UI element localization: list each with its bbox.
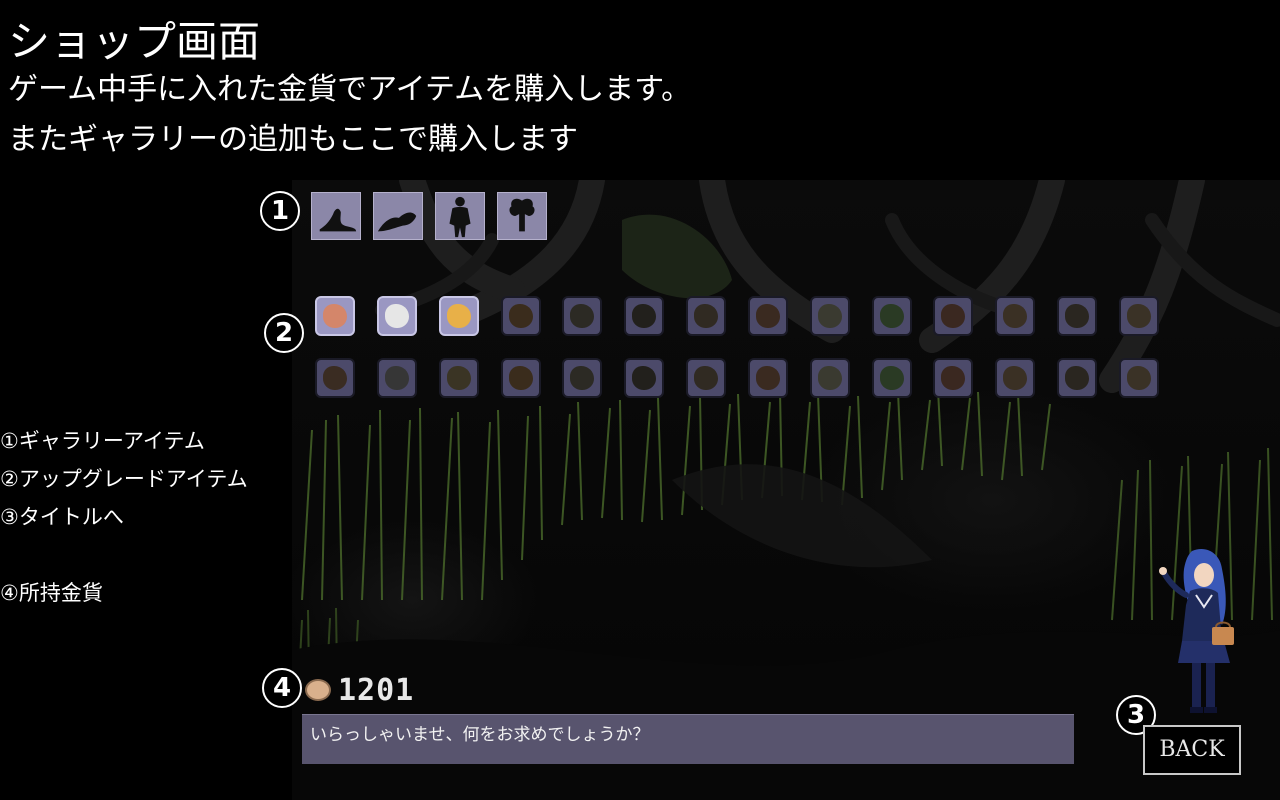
stone-icon <box>570 304 594 328</box>
upgrade-item[interactable] <box>1119 296 1159 336</box>
upgrade-item[interactable] <box>686 296 726 336</box>
sack-lv-icon <box>1003 366 1027 390</box>
meat-icon <box>323 304 347 328</box>
pot-lv-icon <box>941 366 965 390</box>
silhouette-standing-figure-icon <box>449 196 471 238</box>
wing-lv-icon <box>1127 366 1151 390</box>
shop-screen: ショップ画面 ゲーム中手に入れた金貨でアイテムを購入します。 またギャラリーの追… <box>0 0 1280 800</box>
upgrade-item[interactable] <box>501 358 541 398</box>
upgrade-item[interactable] <box>686 358 726 398</box>
rock-lv-icon <box>818 366 842 390</box>
upgrade-item[interactable] <box>872 296 912 336</box>
stone-lv-icon <box>570 366 594 390</box>
upgrade-item[interactable] <box>872 358 912 398</box>
description-line-1: ゲーム中手に入れた金貨でアイテムを購入します。 <box>8 72 692 107</box>
seed-icon <box>509 304 533 328</box>
back-button[interactable]: BACK <box>1143 725 1241 775</box>
meat-lv-icon <box>323 366 347 390</box>
upgrade-item[interactable] <box>562 358 602 398</box>
upgrade-item[interactable] <box>1119 358 1159 398</box>
legend-back-to-title: ③タイトルへ <box>0 505 124 529</box>
egg-lv-icon <box>632 366 656 390</box>
upgrade-item[interactable] <box>810 296 850 336</box>
description-line-2: またギャラリーの追加もここで購入します <box>8 122 578 157</box>
wing-icon <box>1127 304 1151 328</box>
upgrade-item[interactable] <box>439 296 479 336</box>
upgrade-item[interactable] <box>748 296 788 336</box>
coin-count: 1201 <box>338 673 415 708</box>
shopkeeper-character <box>1159 549 1234 713</box>
legend-coins-held: ④所持金貨 <box>0 581 103 605</box>
legend-gallery-items: ①ギャラリーアイテム <box>0 429 205 453</box>
leaf-icon <box>880 304 904 328</box>
upgrade-item[interactable] <box>315 296 355 336</box>
sack-icon <box>1003 304 1027 328</box>
pot-icon <box>941 304 965 328</box>
upgrade-item[interactable] <box>439 358 479 398</box>
silhouette-crawling-figure-icon <box>377 212 417 232</box>
page-title: ショップ画面 <box>8 17 261 66</box>
claw-icon <box>694 304 718 328</box>
upgrade-item[interactable] <box>315 358 355 398</box>
shopkeeper-message: いらっしゃいませ、何をお求めでしょうか？ <box>310 725 650 745</box>
upgrade-item[interactable] <box>933 358 973 398</box>
boot-icon <box>1065 304 1089 328</box>
upgrade-item[interactable] <box>995 296 1035 336</box>
gallery-item[interactable] <box>435 192 485 240</box>
upgrade-item[interactable] <box>624 358 664 398</box>
boot-lv-icon <box>1065 366 1089 390</box>
bone-lv-icon <box>385 366 409 390</box>
seed-lv-icon <box>509 366 533 390</box>
silhouette-lying-figure-icon <box>319 208 357 232</box>
marker-coins: 4 <box>262 668 302 708</box>
rock-icon <box>818 304 842 328</box>
leaf-lv-icon <box>880 366 904 390</box>
upgrade-item[interactable] <box>1057 358 1097 398</box>
upgrade-item[interactable] <box>624 296 664 336</box>
gallery-item[interactable] <box>373 192 423 240</box>
upgrade-item[interactable] <box>501 296 541 336</box>
bone-icon <box>385 304 409 328</box>
upgrade-item[interactable] <box>995 358 1035 398</box>
bottle-lv-icon <box>756 366 780 390</box>
spark-icon <box>447 304 471 328</box>
silhouette-winged-figure-icon <box>509 198 535 232</box>
claw-lv-icon <box>694 366 718 390</box>
legend-upgrade-items: ②アップグレードアイテム <box>0 467 248 491</box>
upgrade-item[interactable] <box>562 296 602 336</box>
bottle-icon <box>756 304 780 328</box>
marker-gallery: 1 <box>260 191 300 231</box>
message-box: いらっしゃいませ、何をお求めでしょうか？ <box>302 714 1074 764</box>
coin-icon <box>305 679 331 701</box>
upgrade-item[interactable] <box>1057 296 1097 336</box>
upgrade-item[interactable] <box>377 296 417 336</box>
spark-lv-icon <box>447 366 471 390</box>
upgrade-item[interactable] <box>377 358 417 398</box>
gallery-item[interactable] <box>497 192 547 240</box>
upgrade-item[interactable] <box>933 296 973 336</box>
marker-upgrade: 2 <box>264 313 304 353</box>
gallery-item[interactable] <box>311 192 361 240</box>
upgrade-item[interactable] <box>748 358 788 398</box>
upgrade-item[interactable] <box>810 358 850 398</box>
egg-icon <box>632 304 656 328</box>
